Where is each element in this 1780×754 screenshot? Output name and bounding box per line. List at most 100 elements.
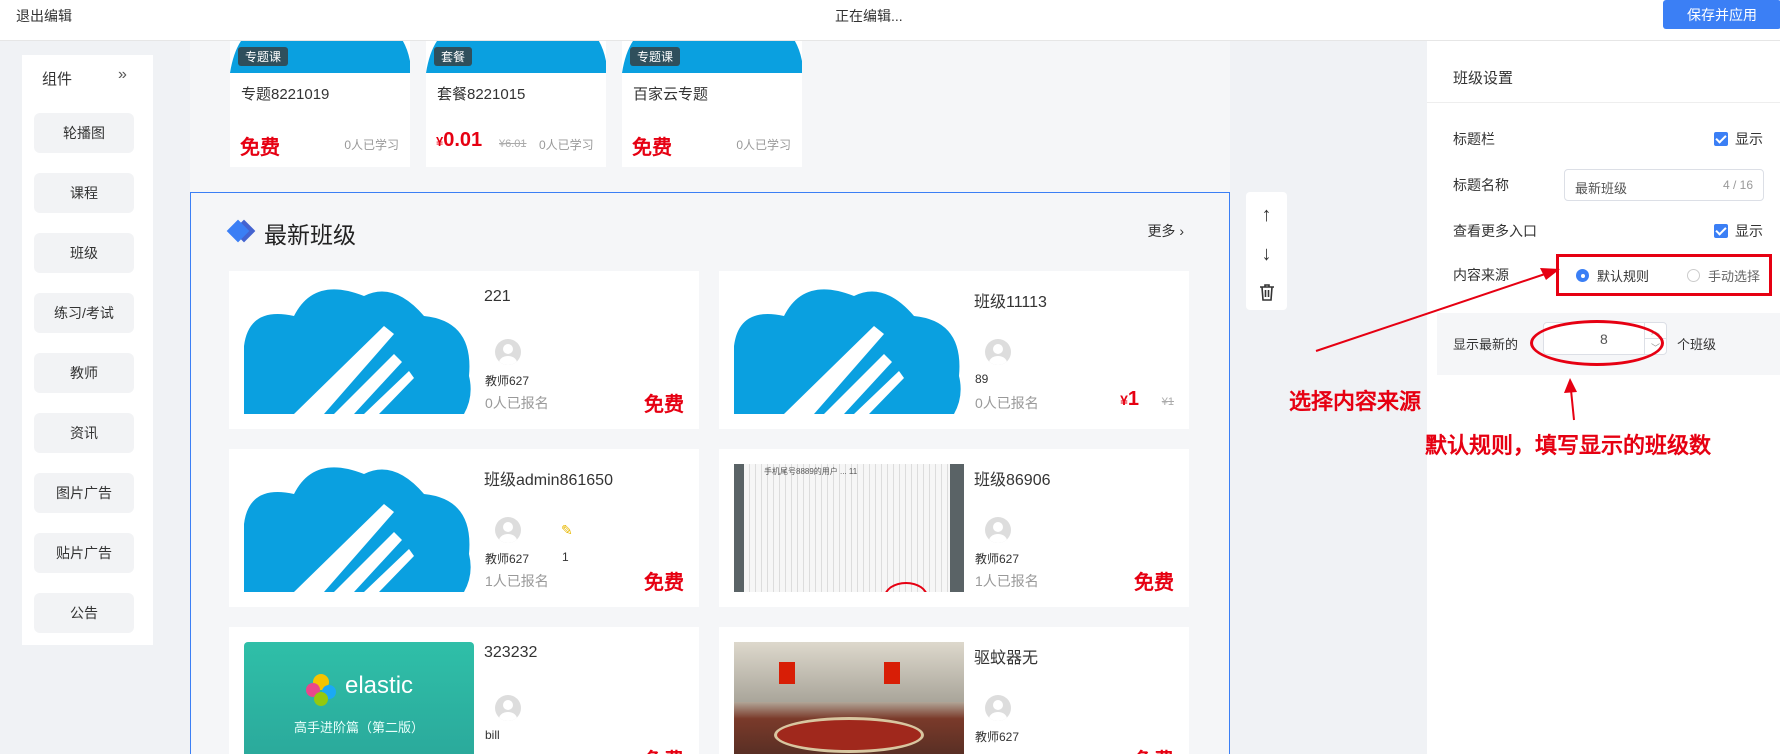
class-name: 班级admin861650 (484, 472, 613, 489)
top-bar: 退出编辑 正在编辑... 保存并应用 (0, 0, 1780, 41)
save-apply-button[interactable]: 保存并应用 (1663, 0, 1780, 29)
module-title: 最新班级 (264, 222, 356, 248)
component-item-exam[interactable]: 练习/考试 (34, 293, 134, 333)
course-learners: 0人已学习 (539, 138, 594, 152)
elastic-logo-icon (306, 674, 336, 706)
more-entry-checkbox[interactable]: 显示 (1714, 221, 1763, 241)
editing-status: 正在编辑... (835, 8, 903, 24)
teacher-name: 教师627 (485, 374, 530, 388)
class-name: 班级11113 (974, 294, 1047, 311)
teacher-avatar (495, 339, 521, 365)
teacher-avatar (985, 695, 1011, 721)
class-name: 班级86906 (974, 472, 1051, 489)
teacher-avatar (495, 695, 521, 721)
class-price: 免费 (1134, 744, 1174, 754)
annotation-default-rule: 默认规则，填写显示的班级数 (1425, 433, 1712, 459)
course-title: 套餐8221015 (437, 86, 526, 103)
course-price: 免费 (240, 137, 280, 159)
title-name-count: 4 / 16 (1722, 178, 1753, 192)
class-card[interactable]: 手机尾号8889的用户 ... 11 班级86906 教师627 1人已报名 免… (719, 449, 1189, 607)
component-item-course[interactable]: 课程 (34, 173, 134, 213)
more-label: 更多 (1147, 223, 1176, 239)
class-original-price: ¥1 (1161, 396, 1174, 408)
divider (1427, 102, 1780, 103)
teacher-avatar (985, 517, 1011, 543)
class-extra-count: 1 (562, 550, 569, 564)
cloud-logo-image (244, 286, 474, 414)
component-item-patch-ad[interactable]: 贴片广告 (34, 533, 134, 573)
class-card[interactable]: elastic 高手进阶篇（第二版） 323232 bill 免费 (229, 627, 699, 754)
checkbox-checked-icon (1714, 224, 1728, 238)
pencil-icon: ✎ (561, 522, 573, 538)
price-currency: ¥ (1120, 392, 1128, 408)
more-entry-show-label: 显示 (1735, 223, 1763, 239)
price-value: 1 (1127, 388, 1139, 410)
title-bar-label: 标题栏 (1453, 131, 1495, 147)
teacher-name: 教师627 (975, 552, 1020, 566)
class-enrolled: 1人已报名 (975, 573, 1039, 589)
editor-canvas: 专题课 专题8221019 免费 0人已学习 套餐 套餐8221015 ¥0.0… (190, 41, 1230, 754)
count-label: 显示最新的 (1453, 337, 1519, 352)
class-price: 免费 (644, 572, 684, 594)
course-card[interactable]: 套餐 套餐8221015 ¥0.01 ¥6.01 0人已学习 (426, 41, 606, 167)
class-enrolled: 0人已报名 (975, 395, 1039, 411)
title-name-input[interactable]: 最新班级 4 / 16 (1564, 169, 1764, 201)
course-learners: 0人已学习 (736, 138, 791, 152)
exit-edit-button[interactable]: 退出编辑 (16, 6, 72, 26)
class-card[interactable]: 班级admin861650 教师627 ✎ 1 1人已报名 免费 (229, 449, 699, 607)
component-item-teacher[interactable]: 教师 (34, 353, 134, 393)
course-tag: 专题课 (238, 47, 289, 66)
module-toolbar: ↑ ↓ (1246, 192, 1287, 310)
cloud-logo-image (244, 464, 474, 592)
title-bar-checkbox[interactable]: 显示 (1714, 129, 1763, 149)
annotation-highlight-ellipse (1530, 320, 1664, 366)
title-bar-show-label: 显示 (1735, 131, 1763, 147)
course-card[interactable]: 专题课 专题8221019 免费 0人已学习 (230, 41, 410, 167)
course-tag: 专题课 (630, 47, 681, 66)
course-price: 免费 (632, 137, 672, 159)
meeting-photo-thumbnail (734, 642, 964, 754)
thumb-text: 手机尾号8889的用户 ... 11 (764, 467, 858, 476)
class-name: 323232 (484, 644, 538, 661)
component-panel-title: 组件 (42, 71, 73, 88)
class-price: 免费 (1134, 572, 1174, 594)
class-card[interactable]: 驱蚊器无 教师627 免费 (719, 627, 1189, 754)
title-name-value: 最新班级 (1575, 181, 1628, 196)
double-chevron-right-icon[interactable]: » (118, 66, 127, 84)
component-panel: 组件 » 轮播图 课程 班级 练习/考试 教师 资讯 图片广告 贴片广告 公告 (22, 55, 153, 645)
class-name: 驱蚊器无 (974, 650, 1039, 667)
annotation-highlight-box (1556, 254, 1772, 296)
course-title: 专题8221019 (241, 86, 330, 103)
component-item-class[interactable]: 班级 (34, 233, 134, 273)
course-title: 百家云专题 (633, 86, 709, 103)
component-item-carousel[interactable]: 轮播图 (34, 113, 134, 153)
elastic-book-thumbnail: elastic 高手进阶篇（第二版） (244, 642, 474, 754)
class-price: 免费 (644, 744, 684, 754)
class-enrolled: 0人已报名 (485, 395, 549, 411)
price-value: 0.01 (443, 129, 483, 151)
class-name: 221 (484, 288, 511, 305)
chevron-right-icon: › (1179, 223, 1184, 239)
teacher-avatar (495, 517, 521, 543)
course-tag: 套餐 (434, 47, 473, 66)
class-card[interactable]: 221 教师627 0人已报名 免费 (229, 271, 699, 429)
component-item-image-ad[interactable]: 图片广告 (34, 473, 134, 513)
latest-class-module[interactable]: 最新班级 更多 › 221 教师627 0人已报名 免费 班级11113 89 … (190, 192, 1230, 754)
title-name-label: 标题名称 (1453, 177, 1509, 193)
component-item-news[interactable]: 资讯 (34, 413, 134, 453)
course-card[interactable]: 专题课 百家云专题 免费 0人已学习 (622, 41, 802, 167)
trash-icon[interactable] (1246, 274, 1287, 310)
course-original-price: ¥6.01 (499, 138, 527, 150)
teacher-name: 教师627 (975, 730, 1020, 744)
settings-title: 班级设置 (1453, 70, 1514, 87)
teacher-name: 教师627 (485, 552, 530, 566)
arrow-down-icon[interactable]: ↓ (1246, 236, 1287, 272)
thumb-title: elastic (345, 672, 414, 699)
teacher-avatar (985, 339, 1011, 365)
class-enrolled: 1人已报名 (485, 573, 549, 589)
more-link[interactable]: 更多 › (1147, 221, 1184, 241)
component-item-notice[interactable]: 公告 (34, 593, 134, 633)
course-learners: 0人已学习 (344, 138, 399, 152)
arrow-up-icon[interactable]: ↑ (1246, 197, 1287, 233)
class-card[interactable]: 班级11113 89 0人已报名 ¥1 ¥1 (719, 271, 1189, 429)
